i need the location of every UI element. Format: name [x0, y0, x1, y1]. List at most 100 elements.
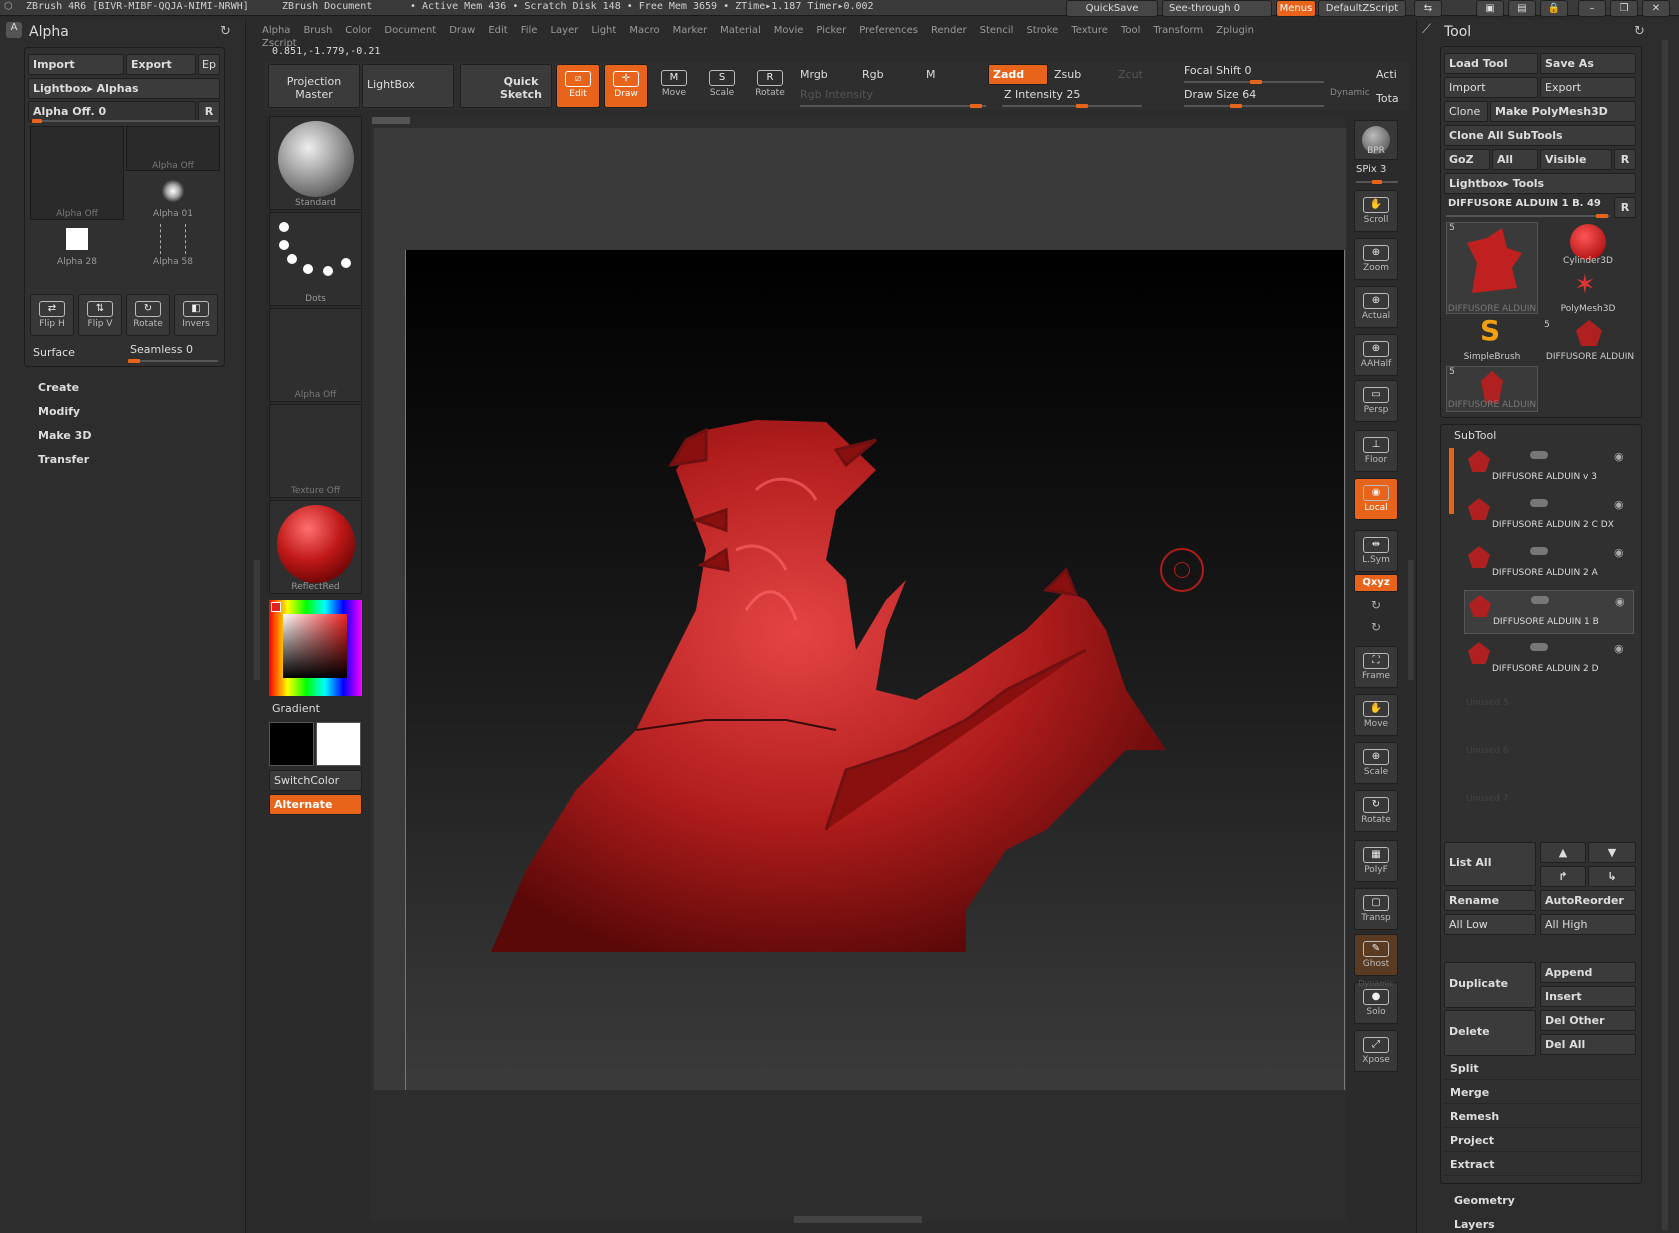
flip-h-button[interactable]: ⇄ Flip H	[30, 294, 74, 336]
alpha-reset-button[interactable]: R	[198, 101, 220, 122]
move-down-branch-icon[interactable]: ↳	[1588, 866, 1636, 887]
rotate-axis-y-icon[interactable]: ↻	[1354, 598, 1398, 612]
actual-button[interactable]: ⊕ Actual	[1354, 286, 1398, 328]
alternate-button[interactable]: Alternate	[269, 794, 362, 815]
current-tool-slider[interactable]: DIFFUSORE ALDUIN 1 B. 49	[1448, 198, 1601, 209]
xyz-symmetry-button[interactable]: Qxyz	[1354, 574, 1398, 592]
dragon-model[interactable]	[406, 250, 1346, 1090]
material-selector[interactable]	[269, 500, 362, 594]
all-low-button[interactable]: All Low	[1444, 914, 1536, 935]
projection-master-button[interactable]: Projection Master	[268, 64, 360, 108]
subtool-row[interactable]: ◉ DIFFUSORE ALDUIN v 3	[1464, 446, 1634, 490]
default-zscript-button[interactable]: DefaultZScript	[1318, 0, 1406, 17]
lsym-button[interactable]: ⇹ L.Sym	[1354, 530, 1398, 572]
menu-movie[interactable]: Movie	[774, 25, 804, 36]
z-intensity-slider[interactable]: Z Intensity 25	[1004, 88, 1080, 101]
all-high-button[interactable]: All High	[1540, 914, 1636, 935]
lock-icon[interactable]: 🔒	[1540, 0, 1568, 17]
menu-edit[interactable]: Edit	[488, 25, 507, 36]
menu-file[interactable]: File	[521, 25, 538, 36]
eye-icon[interactable]: ◉	[1614, 546, 1624, 559]
cylinder3d-thumb[interactable]	[1570, 224, 1606, 260]
local-button[interactable]: ◉ Local	[1354, 478, 1398, 520]
tool-thumb-current[interactable]	[1446, 222, 1538, 314]
menu-document[interactable]: Document	[384, 25, 436, 36]
texture-selector[interactable]	[269, 404, 362, 498]
alpha-28-thumb[interactable]	[66, 228, 88, 250]
subtool-polypaint-toggle[interactable]	[1530, 451, 1548, 459]
goz-r-button[interactable]: R	[1614, 149, 1636, 170]
draw-mode-button[interactable]: ✛ Draw	[604, 64, 648, 108]
current-tool-r-button[interactable]: R	[1614, 197, 1636, 218]
menu-macro[interactable]: Macro	[629, 25, 659, 36]
menu-stroke[interactable]: Stroke	[1026, 25, 1058, 36]
rgb-intensity-slider[interactable]: Rgb Intensity	[800, 88, 873, 101]
polyf-button[interactable]: ▦ PolyF	[1354, 840, 1398, 882]
duplicate-button[interactable]: Duplicate	[1444, 962, 1536, 1008]
mrgb-button[interactable]: Mrgb	[800, 68, 828, 81]
move-up-icon[interactable]: ▲	[1540, 842, 1586, 863]
menu-tool[interactable]: Tool	[1121, 25, 1140, 36]
move-mode-button[interactable]: M Move	[652, 64, 696, 108]
subtool-scrollbar[interactable]	[1449, 448, 1454, 514]
zcut-button[interactable]: Zcut	[1118, 68, 1143, 81]
rotate-mode-button[interactable]: R Rotate	[748, 64, 792, 108]
stroke-selector[interactable]	[269, 212, 362, 306]
eye-icon[interactable]: ◉	[1614, 498, 1624, 511]
menu-texture[interactable]: Texture	[1071, 25, 1108, 36]
append-button[interactable]: Append	[1540, 962, 1636, 983]
zoom-button[interactable]: ⊕ Zoom	[1354, 238, 1398, 280]
lightbox-alphas-button[interactable]: Lightbox▸ Alphas	[28, 78, 220, 99]
switchcolor-button[interactable]: SwitchColor	[269, 770, 362, 791]
menu-picker[interactable]: Picker	[816, 25, 846, 36]
secondary-color-white[interactable]	[316, 722, 361, 766]
xpose-button[interactable]: ⤢ Xpose	[1354, 1030, 1398, 1072]
layout-icon[interactable]: ▣	[1476, 0, 1504, 17]
delete-button[interactable]: Delete	[1444, 1010, 1536, 1056]
save-as-button[interactable]: Save As	[1540, 53, 1636, 74]
clone-all-subtools-button[interactable]: Clone All SubTools	[1444, 125, 1636, 146]
menu-brush[interactable]: Brush	[303, 25, 332, 36]
subtool-polypaint-toggle[interactable]	[1530, 643, 1548, 651]
transp-button[interactable]: ▢ Transp	[1354, 888, 1398, 930]
rotate-button[interactable]: ↻ Rotate	[1354, 790, 1398, 832]
m-button[interactable]: M	[926, 68, 936, 81]
alpha-create-menu[interactable]: Create	[38, 381, 79, 394]
scroll-button[interactable]: ✋ Scroll	[1354, 190, 1398, 232]
geometry-menu[interactable]: Geometry	[1454, 1194, 1515, 1207]
alpha-thumb-main[interactable]	[30, 126, 124, 220]
goz-button[interactable]: GoZ	[1444, 149, 1490, 170]
lightbox-button[interactable]: LightBox	[362, 64, 454, 108]
menu-marker[interactable]: Marker	[673, 25, 708, 36]
rgb-button[interactable]: Rgb	[862, 68, 884, 81]
list-all-button[interactable]: List All	[1444, 842, 1536, 886]
minimize-icon[interactable]: –	[1578, 0, 1606, 17]
subtool-row[interactable]: ◉ DIFFUSORE ALDUIN 2 C DX	[1464, 494, 1634, 538]
eye-icon[interactable]: ◉	[1614, 642, 1624, 655]
draw-size-slider[interactable]: Draw Size 64	[1184, 88, 1256, 101]
solo-button[interactable]: ● Solo	[1354, 982, 1398, 1024]
edit-mode-button[interactable]: ⧄ Edit	[556, 64, 600, 108]
project-button[interactable]: Project	[1444, 1130, 1640, 1152]
menu-draw[interactable]: Draw	[449, 25, 475, 36]
menu-preferences[interactable]: Preferences	[859, 25, 918, 36]
zsub-button[interactable]: Zsub	[1054, 68, 1081, 81]
goz-visible-button[interactable]: Visible	[1540, 149, 1612, 170]
subtool-row[interactable]: ◉ DIFFUSORE ALDUIN 2 A	[1464, 542, 1634, 586]
split-button[interactable]: Split	[1444, 1058, 1640, 1080]
layout-icon-2[interactable]: ▤	[1508, 0, 1536, 17]
main-color-swatch[interactable]	[271, 602, 281, 612]
spix-slider[interactable]: SPix 3	[1356, 164, 1386, 175]
refresh-icon[interactable]: ↻	[220, 24, 231, 39]
eye-icon[interactable]: ◉	[1614, 450, 1624, 463]
subtool-row[interactable]: ◉ DIFFUSORE ALDUIN 1 B	[1464, 590, 1634, 634]
alpha-modify-menu[interactable]: Modify	[38, 405, 80, 418]
maximize-icon[interactable]: ❐	[1610, 0, 1638, 17]
right-tray-scrollbar[interactable]	[1662, 40, 1668, 1230]
subtool-row[interactable]: ◉ DIFFUSORE ALDUIN 2 D	[1464, 638, 1634, 682]
tool-export-button[interactable]: Export	[1540, 77, 1636, 98]
alpha-transfer-menu[interactable]: Transfer	[38, 453, 89, 466]
layers-menu[interactable]: Layers	[1454, 1218, 1495, 1230]
lightbox-tools-button[interactable]: Lightbox▸ Tools	[1444, 173, 1636, 194]
close-icon[interactable]: ✕	[1642, 0, 1670, 17]
